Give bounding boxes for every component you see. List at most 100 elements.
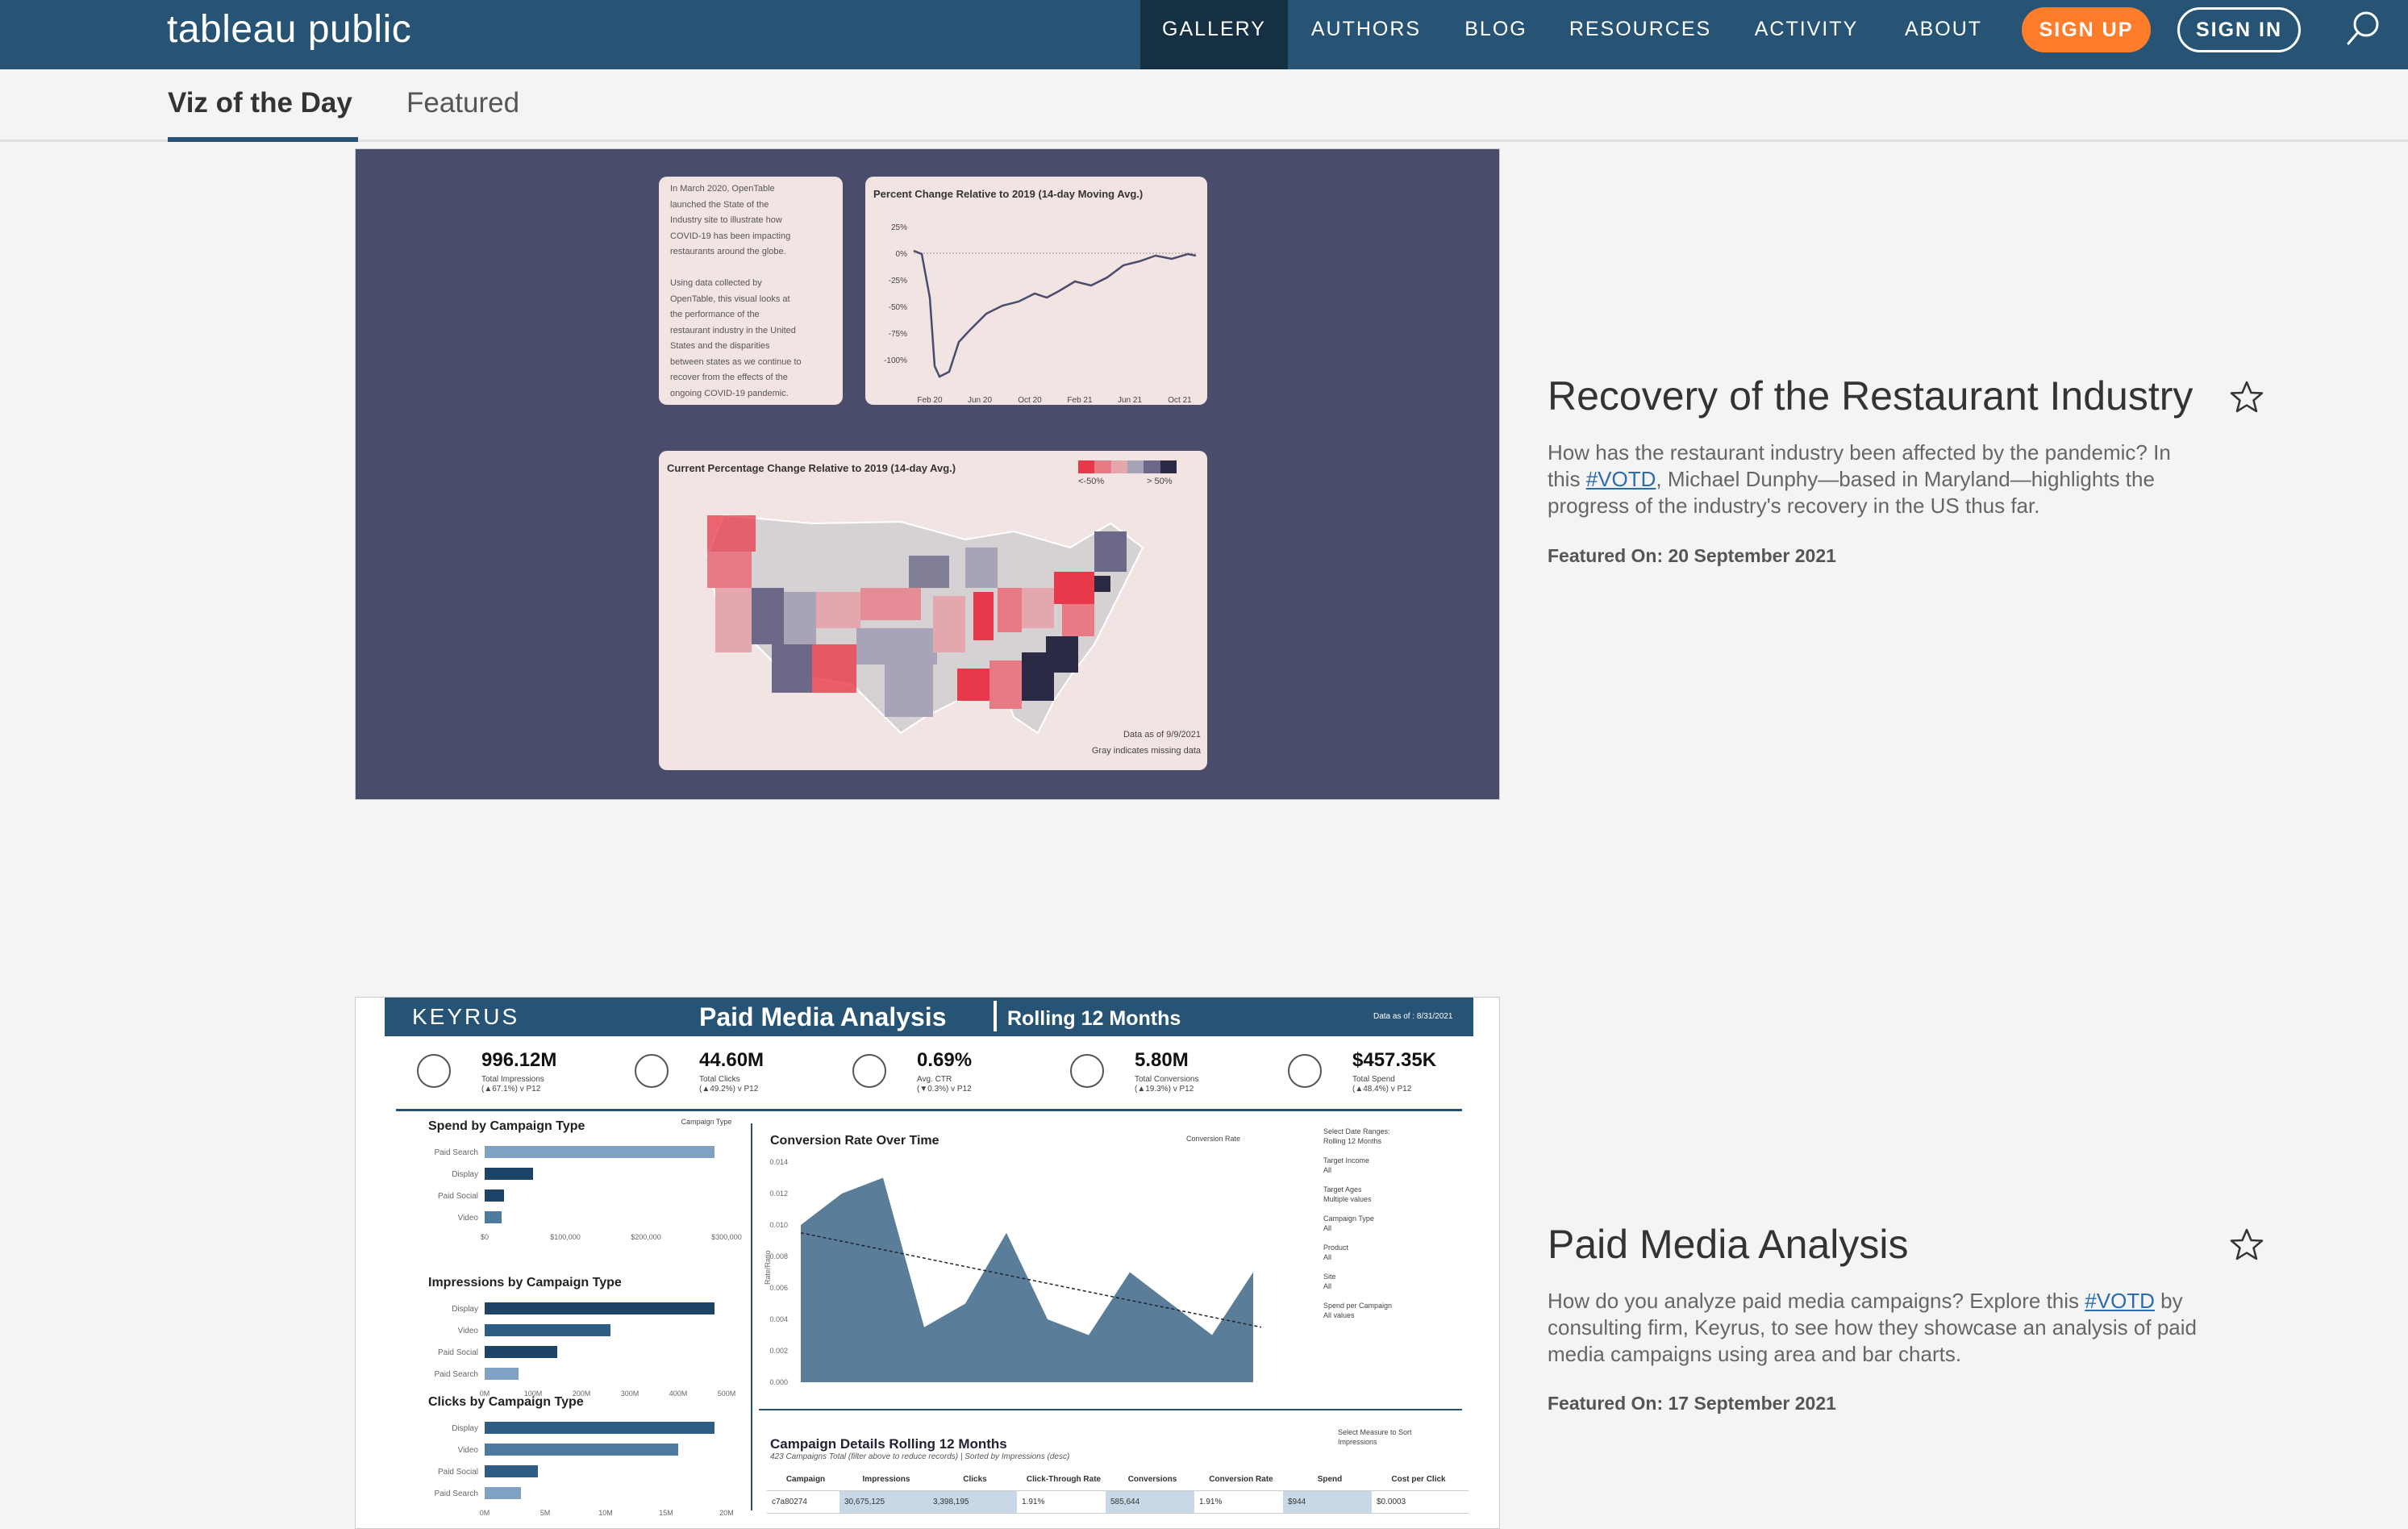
filter-line[interactable]: [1323, 1262, 1460, 1272]
filter-line[interactable]: [1323, 1146, 1460, 1156]
filter-line[interactable]: [1323, 1233, 1460, 1243]
nav-activity[interactable]: ACTIVITY: [1742, 0, 1871, 69]
tab-viz-of-the-day[interactable]: Viz of the Day: [168, 87, 352, 119]
intro-line: In March 2020, OpenTable: [670, 184, 775, 194]
impressions-bar: [485, 1368, 519, 1380]
nav-gallery[interactable]: GALLERY: [1140, 0, 1288, 69]
x-tick-label: Jun 20: [968, 396, 992, 405]
x-tick-label: Jun 21: [1118, 396, 1142, 405]
nav-blog[interactable]: BLOG: [1450, 0, 1542, 69]
legend-high: > 50%: [1147, 477, 1173, 486]
sign-up-button[interactable]: SIGN UP: [2022, 7, 2151, 52]
table-header-cell: Conversion Rate: [1209, 1475, 1273, 1484]
filter-line[interactable]: Rolling 12 Months: [1323, 1136, 1460, 1146]
impressions-bar: [485, 1346, 557, 1358]
intro-line: launched the State of the: [670, 199, 769, 210]
details-subtitle: 423 Campaigns Total (filter above to red…: [770, 1452, 1070, 1461]
clicks-bar: [485, 1422, 714, 1434]
votd-hashtag-link[interactable]: #VOTD: [1586, 467, 1656, 491]
conversion-y-tick: 0.006: [769, 1284, 788, 1292]
impressions-bar: [485, 1302, 714, 1314]
impressions-chart-title: Impressions by Campaign Type: [428, 1276, 622, 1289]
impressions-category-label: Paid Search: [435, 1370, 478, 1379]
kpi-label: Avg. CTR: [917, 1075, 952, 1084]
table-header-cell: Click-Through Rate: [1026, 1475, 1102, 1484]
kpi-value: 996.12M: [481, 1049, 557, 1071]
spend-tick-label: $0: [481, 1233, 489, 1241]
tab-featured[interactable]: Featured: [406, 87, 519, 119]
viz-thumbnail-paid-media[interactable]: KEYRUS Paid Media Analysis Rolling 12 Mo…: [355, 997, 1500, 1529]
spend-bar: [485, 1189, 504, 1202]
card-title-paid-media[interactable]: Paid Media Analysis: [1548, 1221, 1908, 1268]
filter-line[interactable]: Target Income: [1323, 1156, 1460, 1165]
filter-panel[interactable]: Select Date Ranges: Rolling 12 Months Tar…: [1323, 1127, 1460, 1320]
filter-line[interactable]: All: [1323, 1252, 1460, 1262]
nav-resources[interactable]: RESOURCES: [1562, 0, 1719, 69]
campaign-details-table: Campaign Impressions Clicks Click-Through R…: [767, 1469, 1469, 1514]
spend-legend-title: Campaign Type: [681, 1119, 732, 1126]
map-note-missing: Gray indicates missing data: [1091, 746, 1201, 756]
percent-change-line-chart: 25% 0% -25% -50% -75% -100% Feb 20 Jun 20 Oct 20…: [884, 223, 1197, 405]
kpi-value: 0.69%: [917, 1049, 973, 1071]
map-note-date: Data as of 9/9/2021: [1123, 730, 1201, 740]
filter-line[interactable]: [1323, 1291, 1460, 1301]
x-tick-label: Oct 21: [1168, 396, 1192, 405]
map-panel: Current Percentage Change Relative to 20…: [659, 451, 1207, 770]
tableau-public-logo[interactable]: tableau public: [167, 5, 411, 53]
nav-authors[interactable]: AUTHORS: [1294, 0, 1439, 69]
impressions-tick-label: 300M: [621, 1389, 639, 1398]
x-tick-label: Feb 20: [917, 396, 943, 405]
filter-line[interactable]: All values: [1323, 1310, 1460, 1320]
conversion-y-tick: 0.010: [769, 1221, 788, 1229]
table-row[interactable]: c7a80274 30,675,125 3,398,195 1.91% 585,644 1…: [767, 1491, 1469, 1514]
impressions-category-label: Video: [458, 1327, 479, 1335]
y-tick-label: -25%: [889, 277, 907, 285]
filter-line[interactable]: [1323, 1175, 1460, 1185]
details-title: Campaign Details Rolling 12 Months: [770, 1436, 1007, 1452]
star-favorite-icon[interactable]: [2228, 1227, 2265, 1264]
sign-in-button[interactable]: SIGN IN: [2177, 7, 2301, 52]
table-header-cell: Impressions: [862, 1475, 910, 1484]
spend-chart-title: Spend by Campaign Type: [428, 1119, 585, 1133]
filter-line[interactable]: All: [1323, 1281, 1460, 1291]
viz-thumbnail-restaurant-recovery[interactable]: In March 2020, OpenTable launched the Sta…: [355, 148, 1500, 800]
map-legend: [1078, 460, 1177, 473]
kpi-card: $457.35K Total Spend (▲48.4%) v P12: [1256, 1043, 1473, 1107]
spend-category-label: Display: [452, 1170, 478, 1179]
star-favorite-icon[interactable]: [2228, 379, 2265, 416]
kpi-label: Total Clicks: [699, 1075, 740, 1084]
filter-line[interactable]: Site: [1323, 1272, 1460, 1281]
featured-date-restaurant-recovery: Featured On: 20 September 2021: [1548, 545, 1836, 566]
filter-line[interactable]: Multiple values: [1323, 1194, 1460, 1204]
kpi-value: $457.35K: [1352, 1049, 1437, 1071]
active-tab-underline: [168, 137, 358, 142]
card-title-restaurant-recovery[interactable]: Recovery of the Restaurant Industry: [1548, 373, 2193, 419]
kpi-icon: [417, 1054, 451, 1088]
filter-line[interactable]: All: [1323, 1223, 1460, 1233]
clicks-bar: [485, 1465, 538, 1477]
viz-title: Paid Media Analysis: [699, 1002, 947, 1031]
y-tick-label: -50%: [889, 303, 907, 312]
filter-line[interactable]: Spend per Campaign: [1323, 1301, 1460, 1310]
filter-line[interactable]: Product: [1323, 1243, 1460, 1252]
conversion-y-tick: 0.014: [769, 1158, 788, 1166]
sort-label: Select Measure to Sort: [1338, 1428, 1412, 1436]
kpi-icon: [1070, 1054, 1104, 1088]
intro-line: [670, 260, 831, 277]
spend-tick-label: $300,000: [711, 1233, 742, 1241]
sort-value[interactable]: Impressions: [1338, 1438, 1377, 1446]
filter-line[interactable]: Target Ages: [1323, 1185, 1460, 1194]
impressions-tick-label: 400M: [669, 1389, 688, 1398]
votd-hashtag-link[interactable]: #VOTD: [2085, 1289, 2155, 1313]
data-as-of: Data as of : 8/31/2021: [1373, 1012, 1453, 1021]
map-title: Current Percentage Change Relative to 20…: [667, 462, 956, 474]
desc-text-start: How do you analyze paid media campaigns?…: [1548, 1289, 2085, 1313]
filter-line[interactable]: [1323, 1204, 1460, 1214]
clicks-category-label: Paid Social: [438, 1468, 478, 1477]
filter-line[interactable]: All: [1323, 1165, 1460, 1175]
filter-line[interactable]: Select Date Ranges:: [1323, 1127, 1460, 1136]
filter-line[interactable]: Campaign Type: [1323, 1214, 1460, 1223]
nav-about[interactable]: ABOUT: [1891, 0, 1996, 69]
search-icon[interactable]: [2339, 5, 2387, 53]
kpi-card: 996.12M Total Impressions (▲67.1%) v P12: [385, 1043, 602, 1107]
